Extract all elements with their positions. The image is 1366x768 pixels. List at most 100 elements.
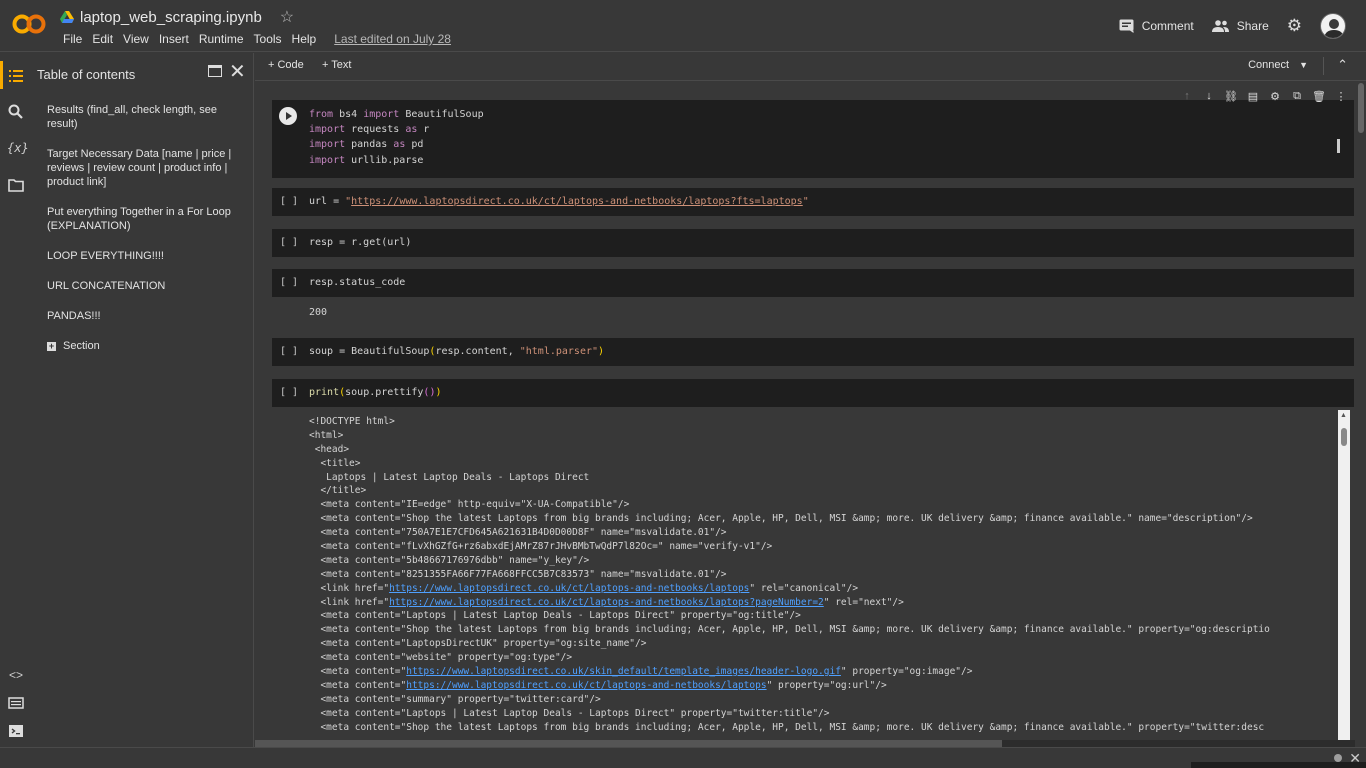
output-line: <meta content="summary" property="twitte… (309, 693, 1270, 707)
chevron-up-icon[interactable]: ⌃ (1337, 57, 1348, 73)
cell-run-bracket[interactable]: [ ] (280, 277, 298, 288)
toc-item-target-data[interactable]: Target Necessary Data [name | price | re… (47, 147, 242, 189)
toc-item-for-loop[interactable]: Put everything Together in a For Loop (E… (47, 205, 242, 233)
output-line: <meta content="IE=edge" http-equiv="X-UA… (309, 498, 1270, 512)
output-line: <meta content="Shop the latest Laptops f… (309, 623, 1269, 637)
app-header: laptop_web_scraping.ipynb ☆ File Edit Vi… (0, 0, 1366, 52)
close-icon[interactable]: ✕ (1349, 750, 1361, 767)
delete-icon[interactable]: 🗑 (1312, 90, 1326, 103)
menu-insert[interactable]: Insert (154, 32, 194, 46)
add-code-button[interactable]: + Code (268, 59, 304, 71)
output-link[interactable]: https://www.laptopsdirect.co.uk/skin_def… (406, 666, 841, 677)
output-link[interactable]: https://www.laptopsdirect.co.uk/ct/lapto… (389, 597, 824, 608)
code-snippets-icon[interactable]: <> (7, 666, 25, 684)
caret-down-icon[interactable]: ▼ (1299, 60, 1308, 70)
code-cell-url[interactable]: [ ] url = "https://www.laptopsdirect.co.… (272, 188, 1354, 216)
comment-icon[interactable]: ▤ (1246, 90, 1260, 103)
code-cell-imports[interactable]: from bs4 import BeautifulSoup import req… (272, 100, 1354, 178)
command-palette-icon[interactable] (7, 694, 25, 712)
code-cell-print[interactable]: [ ] print(soup.prettify()) (272, 379, 1354, 407)
toc-item-pandas[interactable]: PANDAS!!! (47, 309, 242, 323)
comment-button[interactable]: Comment (1119, 19, 1194, 33)
code-token: soup = BeautifulSoup (309, 346, 430, 357)
code-cell-request[interactable]: [ ] resp = r.get(url) (272, 229, 1354, 257)
output-text: " rel="canonical"/> (749, 582, 859, 594)
code-cell-status[interactable]: [ ] resp.status_code (272, 269, 1354, 297)
code-token: " (802, 196, 809, 207)
code-text: resp.status_code (309, 277, 406, 288)
output-link[interactable]: https://www.laptopsdirect.co.uk/ct/lapto… (389, 583, 749, 594)
menu-view[interactable]: View (118, 32, 154, 46)
menu-tools[interactable]: Tools (249, 32, 287, 46)
code-token: soup.prettify (345, 387, 424, 398)
menu-edit[interactable]: Edit (87, 32, 118, 46)
output-text: <meta content="Laptops | Latest Laptop D… (309, 707, 830, 719)
close-icon[interactable]: ✕ (229, 59, 246, 84)
toc-item-url-concatenation[interactable]: URL CONCATENATION (47, 279, 242, 293)
code-token: () (423, 387, 436, 398)
output-text: <meta content="LaptopsDirectUK" property… (309, 638, 647, 650)
scrollbar-thumb[interactable] (255, 740, 1002, 747)
cell-run-bracket[interactable]: [ ] (280, 346, 298, 357)
link-icon[interactable]: ⛓ (1224, 90, 1238, 103)
open-in-window-icon[interactable] (208, 65, 222, 77)
code-token: ) (435, 387, 442, 398)
output-text: <link href=" (309, 596, 390, 608)
output-link[interactable]: https://www.laptopsdirect.co.uk/ct/lapto… (406, 680, 766, 691)
toc-item-loop-everything[interactable]: LOOP EVERYTHING!!!! (47, 249, 242, 263)
url-link[interactable]: https://www.laptopsdirect.co.uk/ct/lapto… (351, 196, 803, 207)
menu-file[interactable]: File (58, 32, 87, 46)
notebook-scrollbar[interactable] (1356, 81, 1366, 747)
output-text: <meta content=" (309, 679, 407, 691)
output-line: <link href="https://www.laptopsdirect.co… (309, 582, 1270, 596)
status-indicator-icon[interactable] (1334, 754, 1342, 762)
output-scrollbar[interactable]: ▲ (1338, 410, 1350, 740)
table-of-contents-icon[interactable] (7, 67, 25, 85)
mirror-cell-icon[interactable]: ⧉ (1290, 90, 1304, 103)
output-text: </title> (309, 485, 367, 497)
add-text-button[interactable]: + Text (322, 59, 351, 71)
colab-logo[interactable] (12, 12, 46, 36)
menu-runtime[interactable]: Runtime (194, 32, 249, 46)
toc-item-results[interactable]: Results (find_all, check length, see res… (47, 103, 242, 131)
menu-help[interactable]: Help (287, 32, 322, 46)
run-cell-button[interactable] (279, 107, 297, 125)
cell-run-bracket[interactable]: [ ] (280, 196, 298, 207)
more-vert-icon[interactable]: ⋮ (1334, 90, 1348, 103)
connect-button[interactable]: Connect ▼ (1248, 59, 1308, 71)
code-cell-soup[interactable]: [ ] soup = BeautifulSoup(resp.content, "… (272, 338, 1354, 366)
code-token: pd (405, 139, 424, 150)
code-token: r (417, 124, 430, 135)
notebook-title[interactable]: laptop_web_scraping.ipynb (80, 9, 262, 26)
code-token: as (405, 124, 418, 135)
output-line: <meta content="LaptopsDirectUK" property… (309, 637, 1270, 651)
editor-scrollbar[interactable] (1337, 139, 1340, 153)
share-button[interactable]: Share (1211, 19, 1269, 33)
variables-icon[interactable]: {x} (7, 139, 29, 157)
cell-run-bracket[interactable]: [ ] (280, 387, 298, 398)
last-edited-link[interactable]: Last edited on July 28 (329, 32, 456, 46)
folder-icon[interactable] (7, 176, 25, 194)
move-up-icon[interactable]: ↑ (1180, 90, 1194, 103)
code-token: "html.parser" (519, 346, 599, 357)
output-text: <meta content="summary" property="twitte… (309, 693, 601, 705)
cell-run-bracket[interactable]: [ ] (280, 237, 298, 248)
scrollbar-thumb[interactable] (1358, 83, 1364, 133)
avatar[interactable] (1320, 13, 1346, 39)
horizontal-scrollbar[interactable] (255, 740, 1355, 747)
scrollbar-thumb[interactable] (1341, 428, 1347, 446)
add-section-button[interactable]: + Section (47, 339, 242, 353)
connect-label: Connect (1248, 59, 1290, 71)
settings-gear-icon[interactable]: ⚙ (1287, 16, 1302, 36)
settings-gear-icon[interactable]: ⚙ (1268, 90, 1282, 103)
code-token: requests (345, 124, 406, 135)
code-token: import (309, 124, 346, 135)
code-token: import (309, 139, 346, 150)
search-icon[interactable] (7, 103, 25, 121)
star-icon[interactable]: ☆ (280, 7, 294, 27)
output-lines: <!DOCTYPE html> <html> <head> <title> Lap… (309, 415, 1270, 734)
terminal-icon[interactable] (7, 722, 25, 740)
scroll-up-icon[interactable]: ▲ (1340, 412, 1347, 419)
user-avatar-icon (1324, 19, 1344, 38)
move-down-icon[interactable]: ↓ (1202, 90, 1216, 103)
